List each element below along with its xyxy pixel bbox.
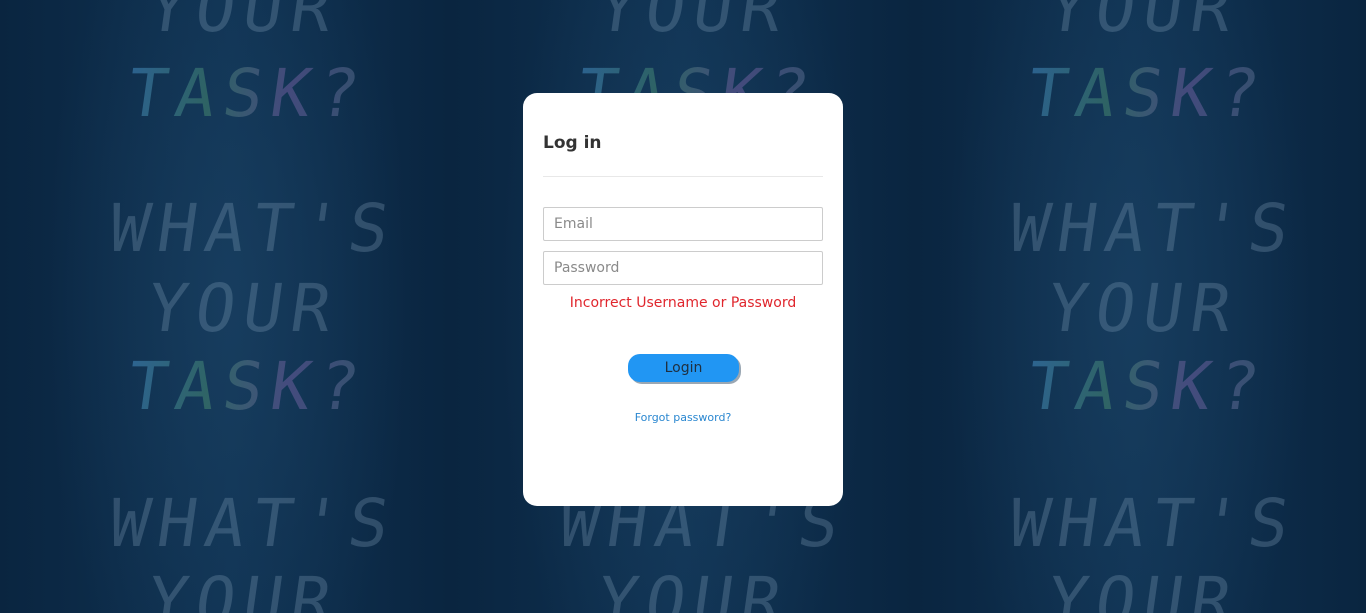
email-input[interactable] <box>543 207 823 241</box>
background-word: WHAT'S <box>104 190 402 267</box>
background-word: YOUR <box>142 563 345 613</box>
background-word: WHAT'S <box>104 485 402 562</box>
login-error-message: Incorrect Username or Password <box>569 295 797 311</box>
background-word: YOUR <box>592 563 795 613</box>
login-button[interactable]: Login <box>628 354 739 382</box>
password-input[interactable] <box>543 251 823 285</box>
background-word: YOUR <box>592 0 795 47</box>
background-word: TASK? <box>1022 55 1273 132</box>
background-word: TASK? <box>1022 348 1273 425</box>
background-word: WHAT'S <box>1004 190 1302 267</box>
background-word: YOUR <box>1042 563 1245 613</box>
background-word: YOUR <box>1042 0 1245 47</box>
background-word: YOUR <box>142 0 345 47</box>
background-word: TASK? <box>122 55 373 132</box>
login-title: Log in <box>543 133 602 153</box>
background-word: YOUR <box>142 270 345 347</box>
background-word: TASK? <box>122 348 373 425</box>
forgot-password-link[interactable]: Forgot password? <box>543 411 823 424</box>
title-divider <box>543 176 823 177</box>
background-word: YOUR <box>1042 270 1245 347</box>
background-word: WHAT'S <box>1004 485 1302 562</box>
login-card: Log in Incorrect Username or Password Lo… <box>523 93 843 506</box>
